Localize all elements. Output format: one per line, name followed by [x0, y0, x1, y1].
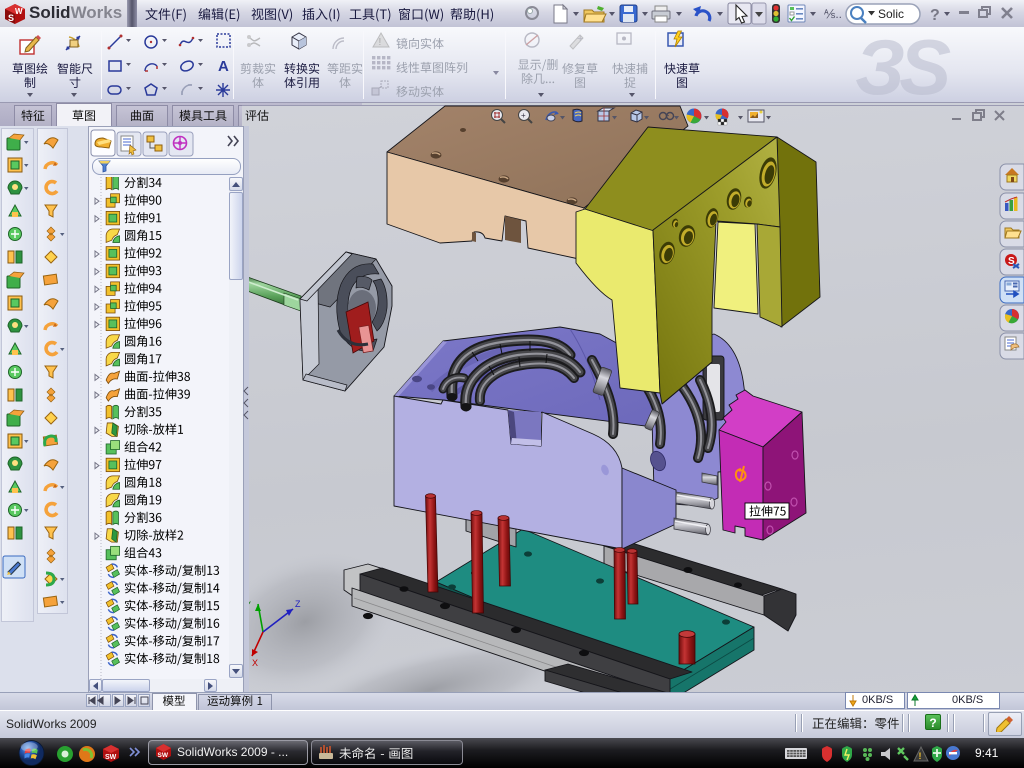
- svg-text:⅍..: ⅍..: [824, 7, 842, 21]
- svg-text:Z: Z: [295, 599, 301, 609]
- svg-text:A: A: [218, 58, 229, 75]
- svg-text:+: +: [577, 33, 583, 45]
- svg-text:SW: SW: [105, 754, 117, 761]
- svg-text:SW: SW: [158, 752, 169, 759]
- svg-text:Solic: Solic: [878, 7, 904, 21]
- svg-text:X: X: [252, 658, 258, 668]
- svg-text:+: +: [521, 111, 526, 120]
- svg-text:W: W: [15, 7, 23, 16]
- svg-text:!: !: [379, 37, 382, 48]
- svg-text:S: S: [8, 13, 14, 23]
- svg-text:!: !: [919, 751, 922, 761]
